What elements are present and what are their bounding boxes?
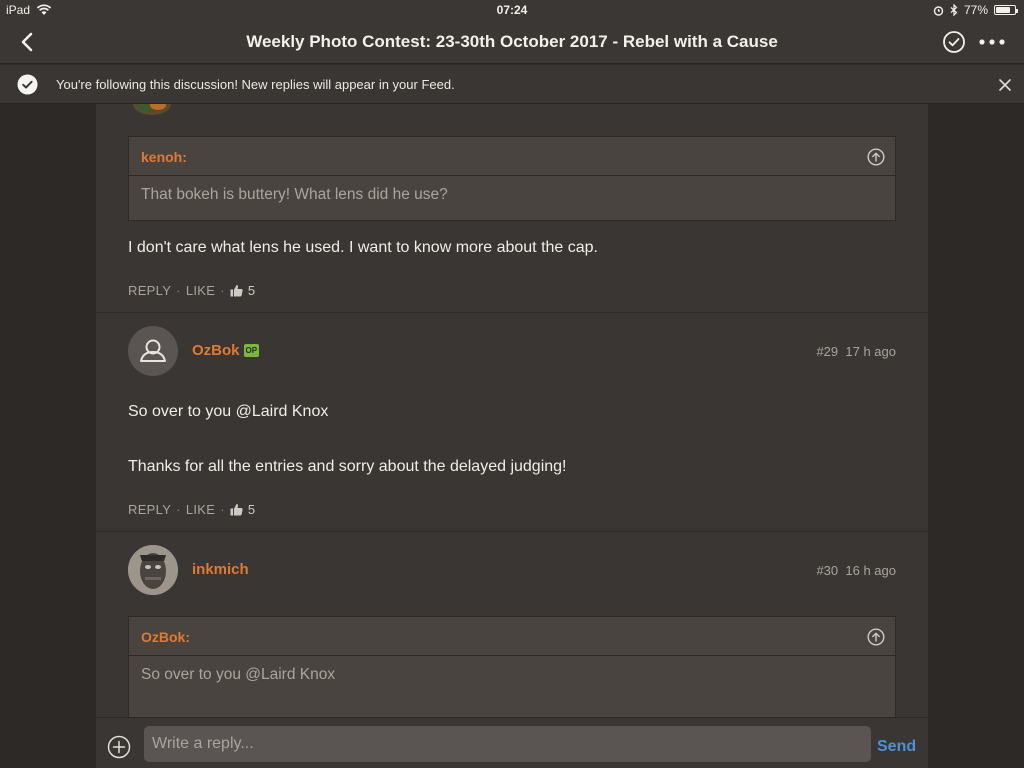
reply-button[interactable]: REPLY bbox=[128, 283, 171, 298]
close-icon[interactable] bbox=[997, 77, 1013, 93]
follow-notice-banner: You're following this discussion! New re… bbox=[0, 65, 1024, 104]
post-meta: #29 17 h ago bbox=[816, 344, 896, 359]
plus-circle-icon[interactable] bbox=[107, 735, 131, 759]
post-text: Thanks for all the entries and sorry abo… bbox=[128, 458, 567, 475]
post-actions: REPLY · LIKE · 5 bbox=[128, 502, 255, 517]
separator: · bbox=[176, 502, 181, 517]
status-right: 77% bbox=[933, 3, 1018, 17]
user-icon bbox=[140, 339, 166, 362]
thumbs-up-icon bbox=[230, 504, 243, 516]
post: kenoh: That bokeh is buttery! What lens … bbox=[96, 104, 928, 313]
separator: · bbox=[176, 283, 181, 298]
quote-block: OzBok: So over to you @Laird Knox bbox=[128, 616, 896, 717]
status-bar: iPad 07:24 77% bbox=[0, 0, 1024, 20]
arrow-up-circle-icon[interactable] bbox=[867, 148, 885, 166]
quote-author[interactable]: OzBok: bbox=[141, 629, 190, 645]
quote-header: OzBok: bbox=[129, 617, 895, 656]
page-title: Weekly Photo Contest: 23-30th October 20… bbox=[246, 32, 778, 51]
quote-text: That bokeh is buttery! What lens did he … bbox=[141, 186, 448, 203]
quote-header: kenoh: bbox=[129, 137, 895, 176]
notice-text: You're following this discussion! New re… bbox=[56, 77, 455, 92]
battery-level bbox=[996, 7, 1010, 13]
separator: · bbox=[220, 283, 225, 298]
post-number[interactable]: #30 bbox=[816, 563, 838, 578]
status-time: 07:24 bbox=[496, 3, 528, 17]
like-button[interactable]: LIKE bbox=[186, 502, 215, 517]
like-count: 5 bbox=[247, 502, 256, 517]
username[interactable]: inkmich bbox=[192, 561, 249, 578]
post-meta: #30 16 h ago bbox=[816, 563, 896, 578]
avatar[interactable] bbox=[128, 545, 178, 595]
check-circle-icon[interactable] bbox=[942, 30, 966, 54]
nav-bar: Weekly Photo Contest: 23-30th October 20… bbox=[0, 20, 1024, 64]
quote-block: kenoh: That bokeh is buttery! What lens … bbox=[128, 136, 896, 221]
post-text: So over to you @Laird Knox bbox=[128, 403, 329, 420]
post-text: I don't care what lens he used. I want t… bbox=[128, 239, 598, 256]
battery-percent: 77% bbox=[963, 3, 988, 17]
like-count: 5 bbox=[247, 283, 256, 298]
avatar-image bbox=[128, 545, 178, 595]
thread-content[interactable]: kenoh: That bokeh is buttery! What lens … bbox=[96, 104, 928, 717]
send-button[interactable]: Send bbox=[877, 738, 916, 756]
post-time: 17 h ago bbox=[845, 344, 896, 359]
alarm-icon bbox=[933, 5, 944, 16]
separator: · bbox=[220, 502, 225, 517]
op-badge: OP bbox=[243, 344, 260, 357]
like-button[interactable]: LIKE bbox=[186, 283, 215, 298]
quote-text: So over to you @Laird Knox bbox=[141, 666, 336, 683]
reply-input[interactable] bbox=[144, 726, 871, 762]
reply-button[interactable]: REPLY bbox=[128, 502, 171, 517]
reply-bar: Send bbox=[96, 717, 928, 768]
post: OzBok OP #29 17 h ago So over to you @Lai… bbox=[96, 313, 928, 532]
quote-author[interactable]: kenoh: bbox=[141, 149, 187, 165]
avatar[interactable] bbox=[128, 326, 178, 376]
post-number[interactable]: #29 bbox=[816, 344, 838, 359]
chevron-left-icon[interactable] bbox=[14, 28, 42, 56]
username-text[interactable]: OzBok bbox=[192, 342, 240, 359]
more-dots-icon[interactable] bbox=[978, 30, 1006, 54]
arrow-up-circle-icon[interactable] bbox=[867, 628, 885, 646]
post-actions: REPLY · LIKE · 5 bbox=[128, 283, 255, 298]
check-circle-icon bbox=[17, 74, 38, 95]
post-time: 16 h ago bbox=[845, 563, 896, 578]
battery-icon bbox=[994, 5, 1018, 15]
post: inkmich #30 16 h ago OzBok: So over to y… bbox=[96, 532, 928, 717]
thumbs-up-icon bbox=[230, 285, 243, 297]
bluetooth-icon bbox=[950, 4, 958, 16]
username[interactable]: OzBok OP bbox=[192, 342, 260, 359]
